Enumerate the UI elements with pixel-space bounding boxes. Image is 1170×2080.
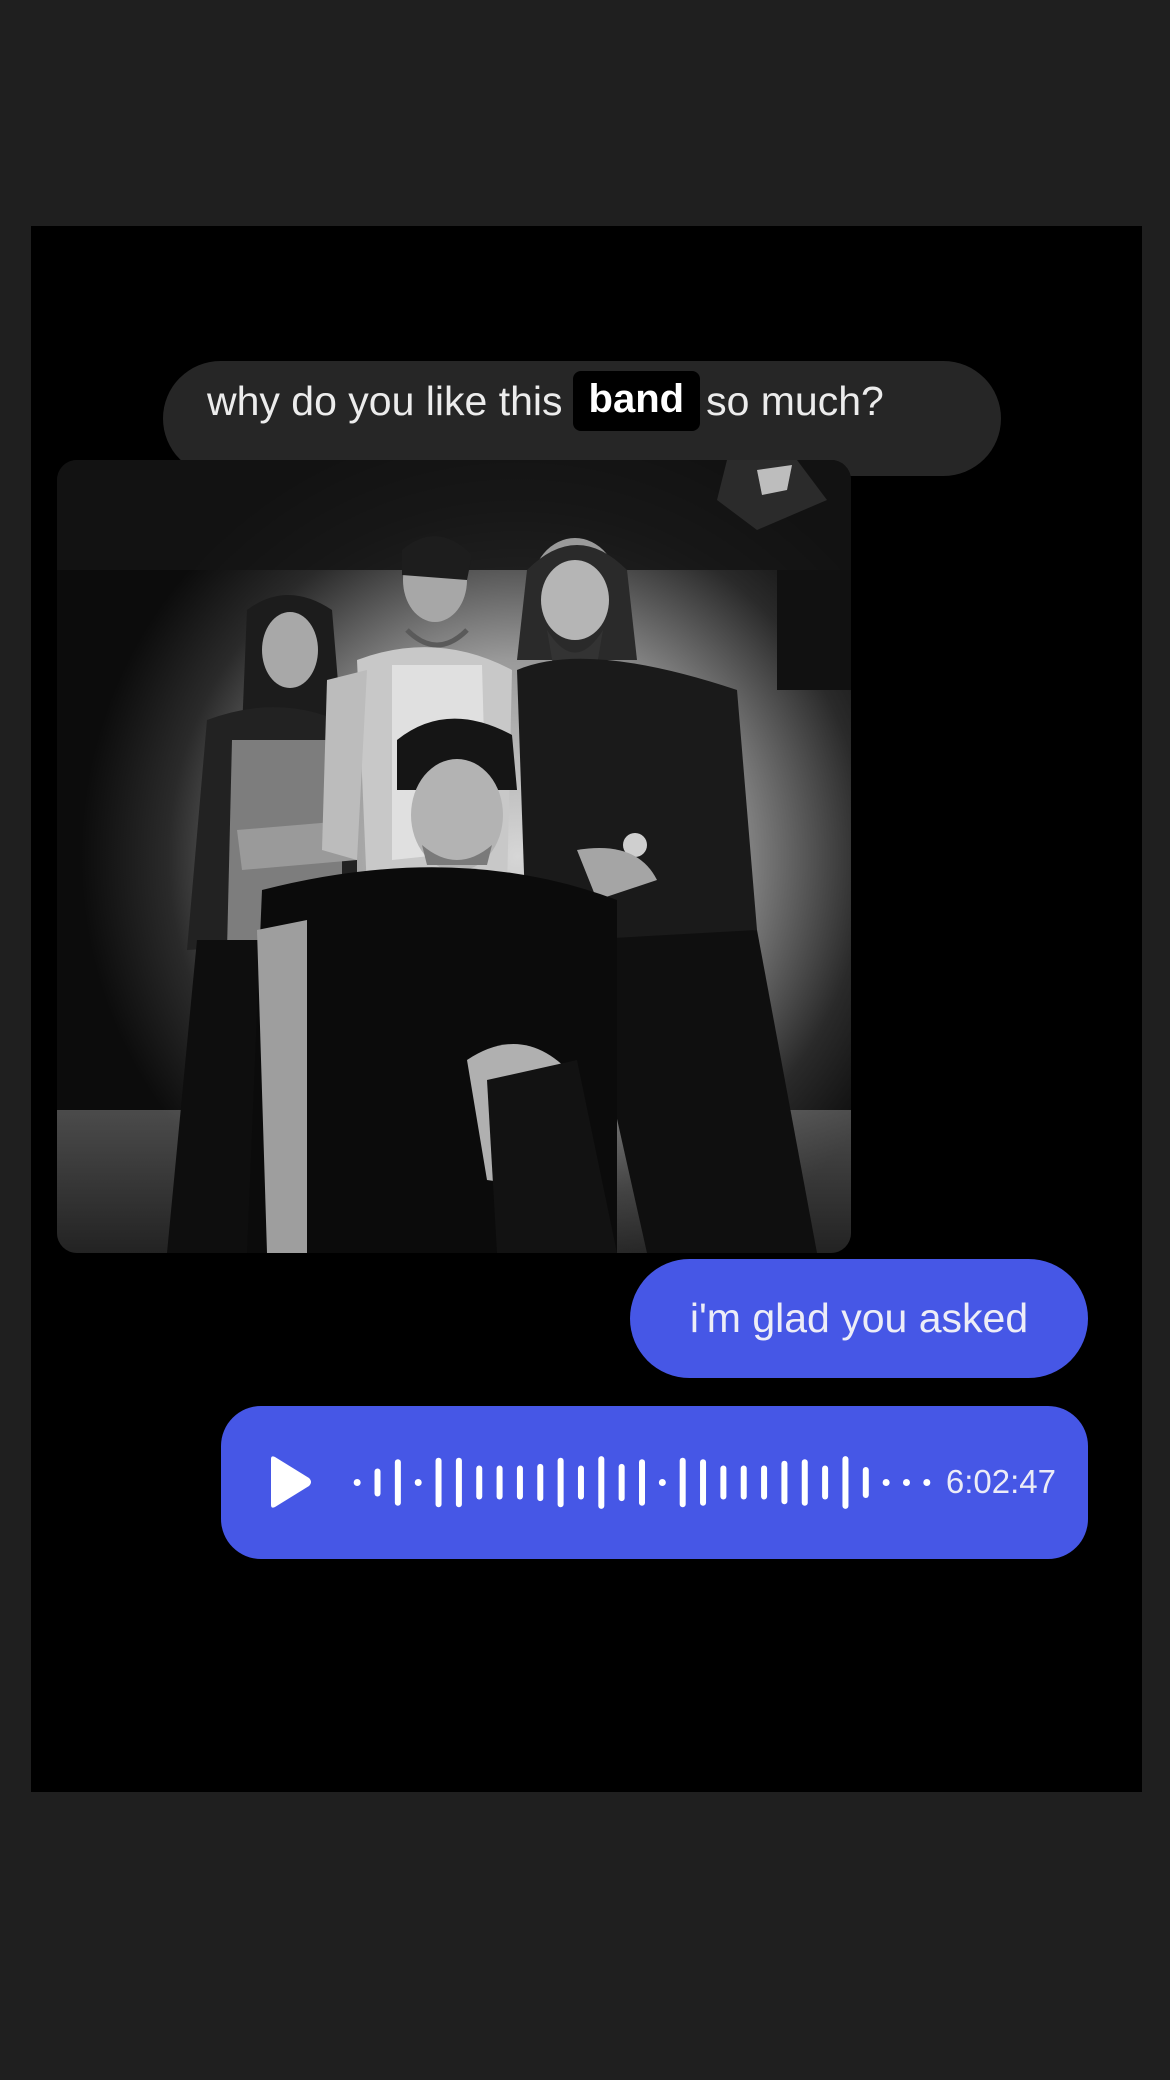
voice-waveform[interactable] xyxy=(347,1406,937,1559)
waveform-dot xyxy=(658,1479,666,1486)
waveform-bar xyxy=(374,1468,381,1497)
waveform-bar xyxy=(455,1457,462,1508)
voice-message-bubble[interactable]: 6:02:47 xyxy=(221,1406,1088,1559)
waveform-bar xyxy=(496,1465,503,1500)
waveform-bar xyxy=(394,1459,401,1506)
incoming-text-before: why do you like this xyxy=(207,377,563,424)
waveform-bar xyxy=(761,1465,768,1500)
waveform-bar xyxy=(516,1465,523,1500)
waveform-bar xyxy=(720,1465,727,1500)
waveform-bar xyxy=(639,1459,645,1506)
waveform-bar xyxy=(537,1463,544,1502)
band-photo-illustration xyxy=(57,460,851,1253)
waveform-bar xyxy=(618,1463,625,1502)
waveform-bar xyxy=(740,1465,747,1500)
waveform-bar xyxy=(557,1457,564,1508)
waveform-bar xyxy=(598,1456,605,1509)
waveform-bar xyxy=(679,1457,686,1508)
voice-duration: 6:02:47 xyxy=(945,1463,1056,1500)
waveform-dot xyxy=(902,1479,910,1486)
waveform-bar xyxy=(801,1459,808,1506)
incoming-message-bubble[interactable]: why do you like this band so much? xyxy=(163,361,1001,476)
waveform-bar xyxy=(822,1465,829,1500)
waveform-dot xyxy=(882,1479,890,1486)
waveform-bar xyxy=(435,1457,442,1508)
waveform-bar xyxy=(577,1465,584,1500)
outgoing-message-bubble[interactable]: i'm glad you asked xyxy=(630,1259,1088,1378)
waveform-bar xyxy=(476,1465,483,1500)
outgoing-message-text: i'm glad you asked xyxy=(689,1295,1029,1341)
incoming-message-text: why do you like this band so much? xyxy=(207,361,884,441)
waveform-bar xyxy=(781,1460,788,1505)
waveform-bar xyxy=(842,1456,849,1509)
play-icon[interactable] xyxy=(265,1455,313,1509)
waveform-dot xyxy=(353,1479,361,1486)
highlighted-word: band xyxy=(572,371,701,431)
incoming-text-after: so much? xyxy=(706,377,884,424)
waveform-dot xyxy=(923,1479,931,1486)
band-photo[interactable] xyxy=(57,460,851,1253)
waveform-bar xyxy=(700,1459,707,1506)
waveform-bar xyxy=(862,1467,869,1498)
waveform-dot xyxy=(414,1479,422,1486)
